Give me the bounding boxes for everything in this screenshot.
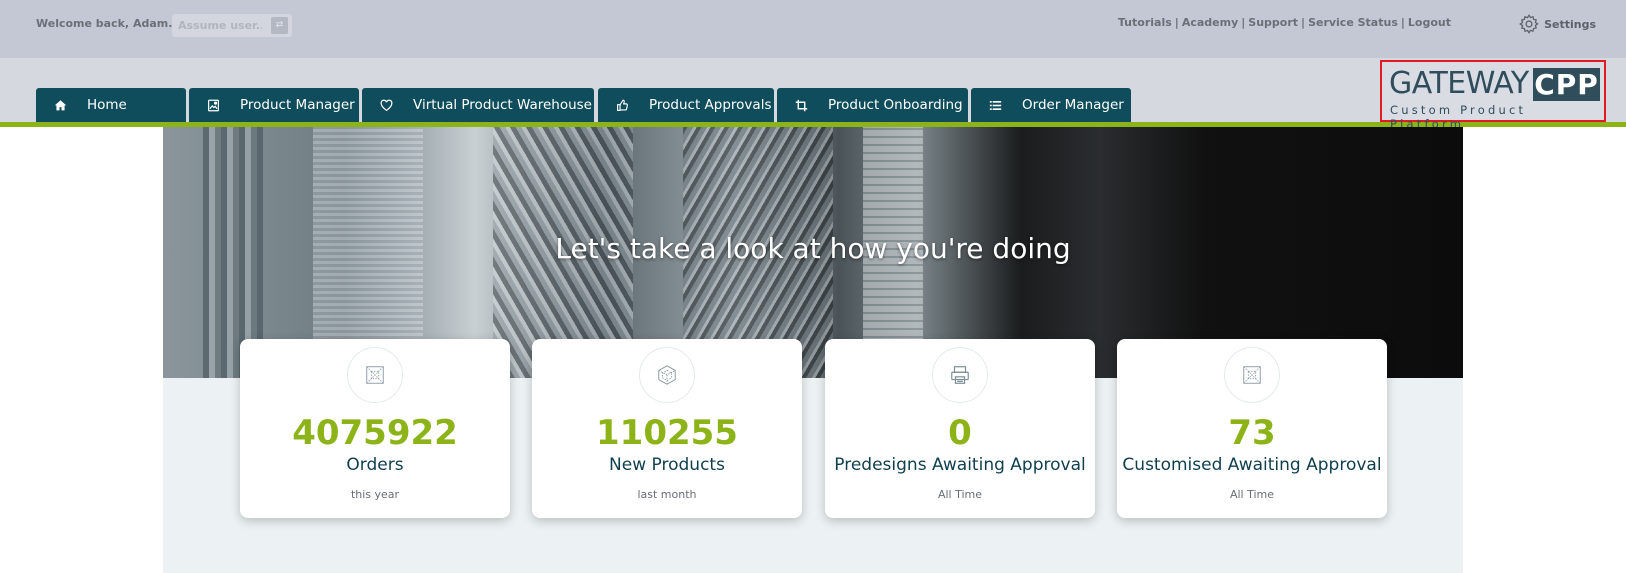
- logout-link[interactable]: Logout: [1408, 16, 1451, 29]
- box-icon: [347, 347, 403, 403]
- logo-gateway-text: GATEWAY: [1389, 66, 1529, 101]
- stat-period: last month: [637, 488, 697, 501]
- logo-cpp-text: CPP: [1533, 68, 1600, 101]
- stat-period: this year: [350, 488, 400, 501]
- list-icon: [988, 98, 1002, 112]
- stat-label: Customised Awaiting Approval: [1122, 455, 1382, 475]
- top-links: Tutorials | Academy | Support | Service Status…: [1118, 16, 1451, 29]
- tab-label: Product Onboarding: [828, 97, 963, 113]
- switch-user-icon[interactable]: ⇄: [271, 17, 288, 34]
- stat-label: Orders: [346, 455, 404, 475]
- tutorials-link[interactable]: Tutorials: [1118, 16, 1172, 29]
- link-separator: |: [1301, 16, 1306, 29]
- box-icon: [1224, 347, 1280, 403]
- tab-virtual-product-warehouse[interactable]: Virtual Product Warehouse: [362, 88, 594, 122]
- stat-value: 73: [1228, 413, 1276, 453]
- link-separator: |: [1400, 16, 1405, 29]
- tab-product-approvals[interactable]: Product Approvals: [598, 88, 774, 122]
- stat-card-predesigns: 0 Predesigns Awaiting Approval All Time: [825, 339, 1095, 518]
- stat-card-orders: 4075922 Orders this year: [240, 339, 510, 518]
- gear-icon: [1519, 14, 1539, 34]
- stat-period: All Time: [1229, 488, 1275, 501]
- home-icon: [53, 98, 67, 112]
- tab-label: Order Manager: [1022, 97, 1124, 113]
- settings-label: Settings: [1544, 17, 1596, 31]
- gateway-cpp-logo[interactable]: GATEWAY CPP Custom Product Platform: [1380, 60, 1606, 131]
- tab-product-manager[interactable]: Product Manager: [189, 88, 359, 122]
- stat-card-customised: 73 Customised Awaiting Approval All Time: [1117, 339, 1387, 518]
- academy-link[interactable]: Academy: [1182, 16, 1238, 29]
- stat-value: 4075922: [292, 413, 458, 453]
- link-separator: |: [1174, 16, 1179, 29]
- stat-card-new-products: 110255 New Products last month: [532, 339, 802, 518]
- assume-user-input[interactable]: [172, 14, 268, 37]
- tab-label: Product Approvals: [649, 97, 772, 113]
- crop-icon: [794, 98, 808, 112]
- thumbs-up-icon: [615, 98, 629, 112]
- stat-period: All Time: [937, 488, 983, 501]
- settings-button[interactable]: Settings: [1518, 13, 1596, 35]
- stat-label: Predesigns Awaiting Approval: [834, 455, 1086, 475]
- welcome-message: Welcome back, Adam...: [36, 17, 181, 30]
- cube-icon: [639, 347, 695, 403]
- tab-label: Product Manager: [240, 97, 355, 113]
- stat-label: New Products: [609, 455, 725, 475]
- tab-order-manager[interactable]: Order Manager: [971, 88, 1131, 122]
- service-status-link[interactable]: Service Status: [1308, 16, 1398, 29]
- stat-value: 0: [948, 413, 972, 453]
- image-icon: [206, 98, 220, 112]
- tab-home[interactable]: Home: [36, 88, 186, 122]
- stat-value: 110255: [596, 413, 738, 453]
- heart-icon: [379, 98, 393, 112]
- support-link[interactable]: Support: [1248, 16, 1298, 29]
- tab-label: Virtual Product Warehouse: [413, 97, 592, 113]
- printer-icon: [932, 347, 988, 403]
- link-separator: |: [1241, 16, 1246, 29]
- assume-user-field: ⇄: [172, 14, 292, 37]
- tab-label: Home: [87, 97, 127, 113]
- tab-product-onboarding[interactable]: Product Onboarding: [777, 88, 968, 122]
- hero-title: Let's take a look at how you're doing: [555, 232, 1071, 265]
- top-bar: Welcome back, Adam... ⇄ Tutorials|Academ…: [0, 0, 1626, 58]
